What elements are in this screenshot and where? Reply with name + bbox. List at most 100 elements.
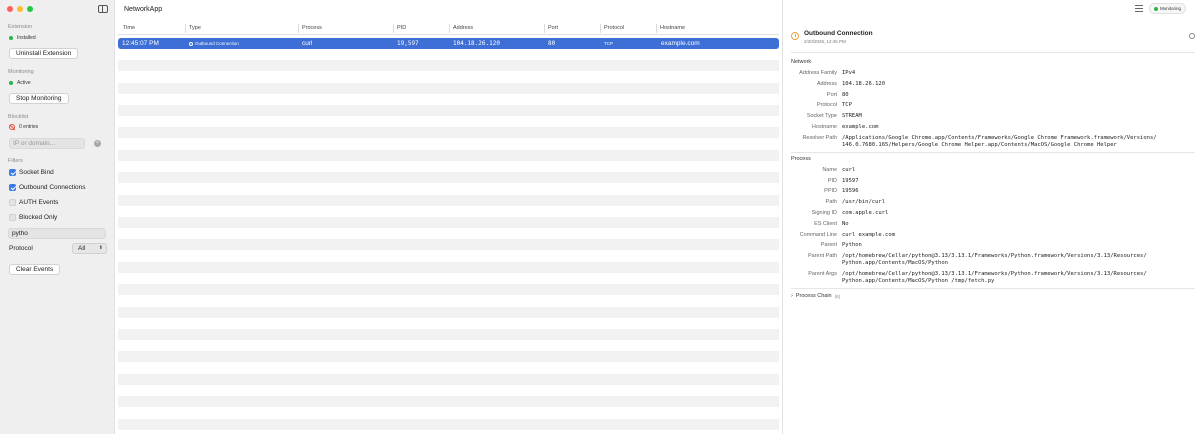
protocol-select-value: All	[78, 245, 86, 252]
monitoring-pill-label: Monitoring	[1159, 6, 1181, 11]
address-label: Address	[816, 81, 837, 87]
column-separator	[449, 24, 450, 33]
table-row-empty	[118, 418, 779, 430]
uninstall-extension-button[interactable]: Uninstall Extension	[9, 48, 79, 59]
info-icon[interactable]	[1189, 33, 1195, 39]
detail-title: Outbound Connection	[804, 30, 873, 37]
port-label: Port	[826, 92, 837, 98]
checkbox-checked-icon[interactable]	[9, 169, 16, 176]
checkbox-unchecked-icon[interactable]	[9, 199, 16, 206]
add-blocklist-icon[interactable]: ×	[94, 140, 101, 147]
process-chain-count: (6)	[834, 293, 841, 299]
path-label: Path	[825, 199, 837, 205]
table-row-empty	[118, 396, 779, 408]
divider	[791, 52, 1195, 53]
clock-icon	[791, 32, 799, 40]
process-chain-disclosure[interactable]: › Process Chain (6)	[791, 293, 840, 299]
table-row-empty	[118, 284, 779, 296]
blocklist-section-title: Blocklist	[8, 114, 29, 120]
table-row-empty	[118, 273, 779, 284]
protocol-detail-value: TCP	[842, 102, 852, 108]
outbound-icon	[189, 41, 193, 46]
sidebar-toggle-icon[interactable]	[98, 5, 108, 13]
table-row-empty	[118, 261, 779, 273]
name-value: curl	[842, 167, 856, 173]
table-row-empty	[118, 351, 779, 363]
resolver-path-label: Resolver Path	[802, 135, 837, 141]
table-row-empty	[118, 206, 779, 217]
header-pid[interactable]: PID	[397, 25, 406, 31]
table-row-empty	[118, 183, 779, 194]
events-table: Time Type Process PID Address Port Proto…	[118, 22, 779, 434]
table-row-selected[interactable]: 12:45:07 PM Outbound Connection curl 19,…	[118, 38, 779, 49]
table-row-empty	[118, 385, 779, 396]
zoom-window-button[interactable]	[27, 6, 33, 12]
chevron-right-icon: ›	[791, 293, 793, 299]
signing-id-value: com.apple.curl	[842, 210, 889, 216]
cell-port: 80	[548, 40, 556, 47]
process-chain-label: Process Chain	[795, 293, 832, 299]
checkbox-checked-icon[interactable]	[9, 184, 16, 191]
checkbox-unchecked-icon[interactable]	[9, 214, 16, 221]
divider	[791, 288, 1195, 289]
blocklist-entries: 0 entries	[19, 124, 39, 130]
header-time[interactable]: Time	[123, 25, 135, 31]
table-row-empty	[118, 217, 779, 228]
column-separator	[185, 24, 186, 33]
close-window-button[interactable]	[7, 6, 13, 12]
filter-socket-bind[interactable]: Socket Bind	[9, 169, 54, 176]
address-value: 104.18.26.120	[842, 81, 886, 87]
protocol-select[interactable]: All ⬍	[72, 243, 107, 254]
status-dot-icon	[1153, 6, 1158, 11]
header-type[interactable]: Type	[189, 25, 201, 31]
table-row-empty	[118, 373, 779, 385]
column-separator	[656, 24, 657, 33]
table-row-empty	[118, 161, 779, 172]
table-row-empty	[118, 116, 779, 127]
list-icon[interactable]	[1134, 5, 1143, 12]
toolbar-right: Monitoring	[1134, 3, 1186, 14]
monitoring-pill[interactable]: Monitoring	[1148, 3, 1186, 14]
table-row-empty	[118, 149, 779, 161]
filters-section-title: Filters	[8, 158, 23, 164]
status-dot-icon	[9, 81, 13, 85]
table-row-empty	[118, 172, 779, 184]
table-row-empty	[118, 340, 779, 351]
header-address[interactable]: Address	[453, 25, 473, 31]
address-family-label: Address Family	[799, 70, 837, 76]
hostname-value: example.com	[842, 124, 879, 130]
table-row-empty	[118, 105, 779, 116]
header-port[interactable]: Port	[548, 25, 558, 31]
resolver-path-value: /Applications/Google Chrome.app/Contents…	[842, 135, 1157, 148]
table-row-empty	[118, 94, 779, 105]
filter-outbound-connections[interactable]: Outbound Connections	[9, 184, 86, 191]
monitoring-status: Active	[9, 80, 31, 86]
divider	[791, 152, 1195, 153]
header-protocol[interactable]: Protocol	[604, 25, 624, 31]
table-row-empty	[118, 228, 779, 239]
filter-socket-bind-label: Socket Bind	[19, 169, 54, 176]
cell-process: curl	[302, 40, 313, 47]
clear-events-button[interactable]: Clear Events	[9, 264, 61, 275]
table-row-empty	[118, 60, 779, 72]
table-row-empty	[118, 194, 779, 206]
es-client-label: ES Client	[814, 221, 837, 227]
parent-path-label: Parent Path	[807, 253, 837, 259]
parent-args-label: Parent Args	[808, 271, 837, 277]
minimize-window-button[interactable]	[17, 6, 23, 12]
sidebar: Extension Installed Uninstall Extension …	[0, 0, 115, 434]
stop-monitoring-button[interactable]: Stop Monitoring	[9, 93, 69, 104]
header-process[interactable]: Process	[302, 25, 322, 31]
blocklist-input[interactable]: IP or domain...	[9, 138, 85, 149]
table-row-empty	[118, 139, 779, 150]
column-separator	[544, 24, 545, 33]
network-section-title: Network	[791, 59, 812, 65]
table-row-empty	[118, 71, 779, 82]
filter-search-input[interactable]: pytho	[8, 228, 106, 239]
blocklist-summary: 0 entries	[9, 124, 38, 130]
filter-auth-events[interactable]: AUTH Events	[9, 199, 58, 206]
filter-blocked-only[interactable]: Blocked Only	[9, 214, 57, 221]
detail-timestamp: 2/20/2026, 12:45 PM	[804, 39, 846, 44]
header-hostname[interactable]: Hostname	[660, 25, 685, 31]
cell-hostname: example.com	[661, 40, 700, 47]
